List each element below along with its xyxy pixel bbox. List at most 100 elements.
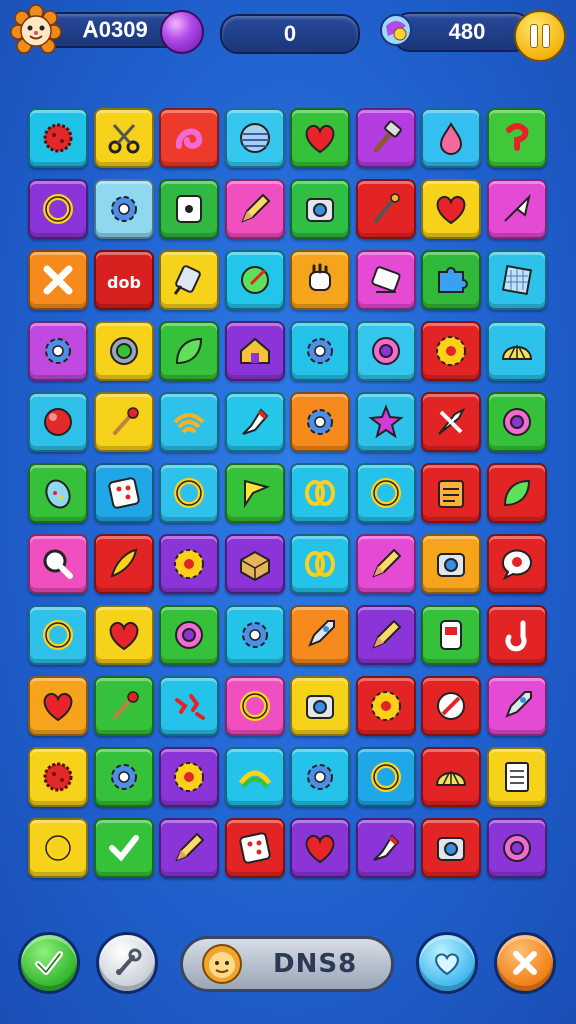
board-tile[interactable] xyxy=(355,747,416,807)
board-tile[interactable] xyxy=(421,108,481,168)
board-tile[interactable] xyxy=(28,250,88,310)
board-tile[interactable] xyxy=(159,179,219,239)
red-virus-icon xyxy=(43,123,73,153)
board-tile[interactable] xyxy=(93,392,154,452)
board-tile[interactable] xyxy=(486,463,547,523)
board-tile[interactable] xyxy=(93,605,154,665)
board-tile[interactable] xyxy=(159,818,219,878)
board-tile[interactable] xyxy=(421,321,481,381)
board-tile[interactable] xyxy=(486,392,547,452)
board-tile[interactable] xyxy=(290,321,350,381)
board-tile[interactable] xyxy=(421,676,481,736)
board-tile[interactable] xyxy=(224,534,285,594)
board-tile[interactable] xyxy=(93,747,154,807)
board-tile[interactable] xyxy=(224,463,285,523)
board-tile[interactable] xyxy=(355,818,416,878)
board-tile[interactable] xyxy=(290,463,350,523)
board-tile[interactable] xyxy=(93,463,154,523)
confirm-button[interactable] xyxy=(18,932,80,994)
board-tile[interactable] xyxy=(290,818,350,878)
board-tile[interactable] xyxy=(159,676,219,736)
board-tile[interactable] xyxy=(28,818,88,878)
board-tile[interactable] xyxy=(421,179,481,239)
board-tile[interactable] xyxy=(290,605,350,665)
board-tile[interactable] xyxy=(486,108,547,168)
board-tile[interactable] xyxy=(159,605,219,665)
board-tile[interactable] xyxy=(290,108,350,168)
board-tile[interactable] xyxy=(290,747,350,807)
pink-swirl-icon xyxy=(175,128,203,149)
purple-gem-icon[interactable] xyxy=(160,10,204,54)
board-tile[interactable] xyxy=(28,392,88,452)
tool-button[interactable] xyxy=(96,932,158,994)
board-tile[interactable] xyxy=(28,321,88,381)
board-tile[interactable] xyxy=(421,463,481,523)
board-tile[interactable] xyxy=(93,534,154,594)
board-tile[interactable] xyxy=(159,392,219,452)
board-tile[interactable] xyxy=(93,818,154,878)
board-tile[interactable] xyxy=(355,534,416,594)
board-tile[interactable] xyxy=(159,250,219,310)
board-tile[interactable] xyxy=(421,250,481,310)
player-name-bar[interactable]: DNS8 xyxy=(180,936,394,992)
board-tile[interactable] xyxy=(224,321,285,381)
board-tile[interactable] xyxy=(224,818,285,878)
board-tile[interactable] xyxy=(355,321,416,381)
board-tile[interactable] xyxy=(421,747,481,807)
board-tile[interactable] xyxy=(28,747,88,807)
board-tile[interactable] xyxy=(355,605,416,665)
board-tile[interactable] xyxy=(486,676,547,736)
board-tile[interactable] xyxy=(355,250,416,310)
close-button[interactable] xyxy=(494,932,556,994)
board-tile[interactable] xyxy=(28,534,88,594)
board-tile[interactable]: dob xyxy=(93,250,154,310)
board-tile[interactable] xyxy=(93,676,154,736)
board-tile[interactable] xyxy=(486,534,547,594)
board-tile[interactable] xyxy=(28,108,88,168)
board-tile[interactable] xyxy=(224,676,285,736)
board-tile[interactable] xyxy=(290,250,350,310)
board-tile[interactable] xyxy=(355,392,416,452)
board-tile[interactable] xyxy=(421,392,481,452)
pause-button[interactable] xyxy=(514,10,566,62)
board-tile[interactable] xyxy=(290,179,350,239)
board-tile[interactable] xyxy=(159,747,219,807)
board-tile[interactable] xyxy=(355,676,416,736)
board-tile[interactable] xyxy=(159,463,219,523)
board-tile[interactable] xyxy=(355,179,416,239)
board-tile[interactable] xyxy=(28,676,88,736)
board-tile[interactable] xyxy=(93,321,154,381)
board-tile[interactable] xyxy=(224,605,285,665)
board-tile[interactable] xyxy=(355,108,416,168)
board-tile[interactable] xyxy=(421,605,481,665)
hint-button[interactable] xyxy=(416,932,478,994)
board-tile[interactable] xyxy=(224,250,285,310)
board-tile[interactable] xyxy=(93,108,154,168)
board-tile[interactable] xyxy=(290,676,350,736)
board-tile[interactable] xyxy=(290,534,350,594)
board-tile[interactable] xyxy=(93,179,154,239)
board-tile[interactable] xyxy=(290,392,350,452)
board-tile[interactable] xyxy=(28,605,88,665)
board-tile[interactable] xyxy=(159,321,219,381)
board-tile[interactable] xyxy=(486,250,547,310)
board-tile[interactable] xyxy=(159,534,219,594)
board-tile[interactable] xyxy=(224,179,285,239)
lion-avatar-icon[interactable] xyxy=(10,4,62,56)
board-tile[interactable] xyxy=(224,108,285,168)
board-tile[interactable] xyxy=(486,179,547,239)
board-tile[interactable] xyxy=(486,321,547,381)
phone-icon xyxy=(440,620,462,650)
board-tile[interactable] xyxy=(486,605,547,665)
board-tile[interactable] xyxy=(224,392,285,452)
board-tile[interactable] xyxy=(355,463,416,523)
camera-icon xyxy=(437,553,465,577)
board-tile[interactable] xyxy=(28,179,88,239)
board-tile[interactable] xyxy=(486,747,547,807)
board-tile[interactable] xyxy=(28,463,88,523)
board-tile[interactable] xyxy=(224,747,285,807)
board-tile[interactable] xyxy=(421,818,481,878)
board-tile[interactable] xyxy=(486,818,547,878)
board-tile[interactable] xyxy=(421,534,481,594)
board-tile[interactable] xyxy=(159,108,219,168)
